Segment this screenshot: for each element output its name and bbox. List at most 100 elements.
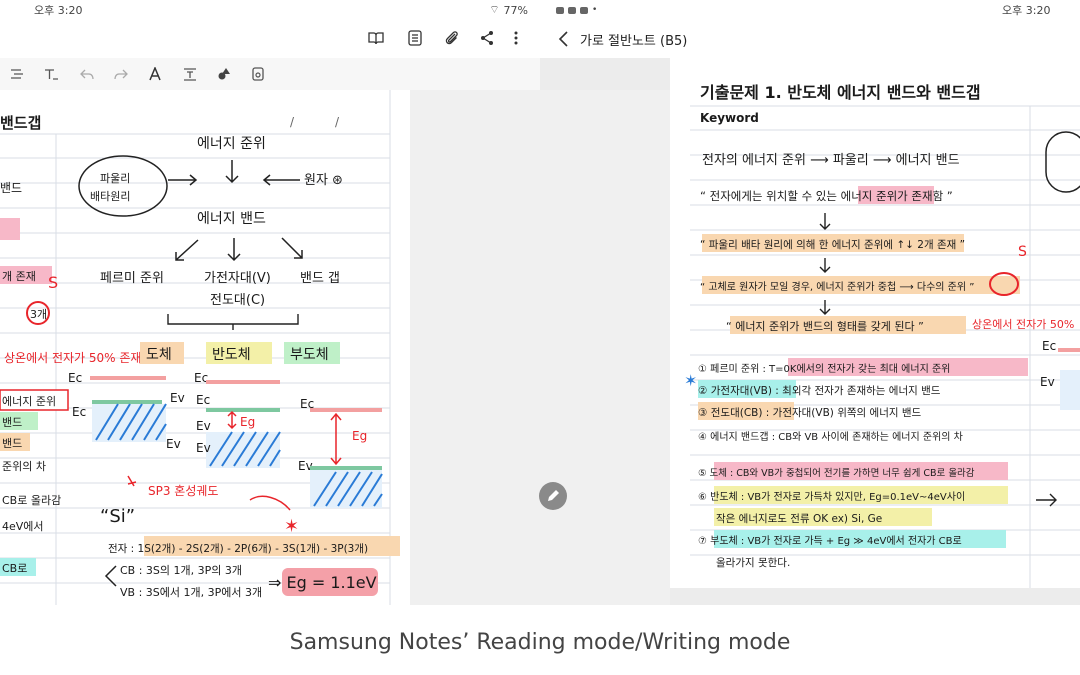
text-tool-icon[interactable] [40, 63, 62, 85]
note-page-right[interactable]: 기출문제 1. 반도체 에너지 밴드와 밴드갭 Keyword 전자의 에너지 … [670, 58, 1080, 588]
circle-fragment [1045, 131, 1080, 193]
pen-tool-icon[interactable] [144, 63, 166, 85]
page-gutter [410, 90, 670, 605]
more-options-icon[interactable] [504, 26, 528, 50]
red-mark: S [48, 273, 58, 292]
band-line [1058, 348, 1080, 352]
definition-item: ① 페르미 준위 : T=0K에서의 전자가 갖는 최대 에너지 준위 [698, 362, 950, 375]
back-arrow-icon[interactable] [554, 29, 574, 49]
ev-label: Ev [196, 419, 211, 433]
text-mode-icon[interactable] [403, 26, 427, 50]
attach-icon[interactable] [440, 26, 464, 50]
definition-item: ⑦ 부도체 : VB가 전자로 가득 + Eg ≫ 4eV에서 전자가 CB로 [698, 535, 962, 547]
definition-item: ⑥ 반도체 : VB가 전자로 가득차 있지만, Eg=0.1eV~4eV사이 [698, 491, 965, 503]
fragment-text: 개 존재 [2, 270, 36, 283]
eg-label: Eg [240, 415, 255, 429]
ec-label: Ec [1042, 339, 1056, 353]
arrow [819, 213, 831, 230]
valence-label: 가전자대(V) [204, 271, 271, 286]
page-heading: 기출문제 1. 반도체 에너지 밴드와 밴드갭 [700, 83, 981, 102]
edit-pen-button[interactable] [539, 482, 567, 510]
keyword-line: “ 에너지 준위가 밴드의 형태를 갖게 된다 ” [726, 320, 924, 333]
eg-label: Eg [352, 429, 367, 443]
ec-label: Ec [196, 393, 210, 407]
slash-mark: / [290, 115, 295, 129]
fermi-label: 페르미 준위 [100, 271, 164, 286]
band-line [90, 376, 166, 380]
fragment-text: CB로 올라감 [2, 494, 61, 507]
eg-value: ⇒ Eg = 1.1eV [268, 573, 377, 592]
lasso-tool-icon[interactable] [247, 63, 269, 85]
conduction-label: 전도대(C) [210, 293, 265, 308]
notification-icons: • [556, 5, 597, 15]
wifi-icon: ⌔ [489, 3, 500, 16]
note-title: 가로 절반노트 (B5) [580, 34, 688, 49]
pauli-label-1: 파울리 [100, 172, 130, 185]
fragment-text: 준위의 차 [2, 460, 46, 473]
keyword-label: Keyword [700, 111, 759, 125]
fragment-text: 밴드 [2, 437, 22, 450]
keyword-line: “ 전자에게는 위치할 수 있는 에너지 준위가 존재함 ” [700, 189, 953, 203]
arrow [227, 238, 241, 262]
energy-level-label: 에너지 준위 [197, 136, 266, 152]
band-line [92, 400, 162, 404]
keyword-line: 전자의 에너지 준위 ⟶ 파울리 ⟶ 에너지 밴드 [702, 153, 960, 168]
bandgap-label: 밴드 갭 [300, 271, 340, 286]
fragment-text: 밴드 [0, 181, 22, 195]
band-line [310, 466, 382, 470]
eg-arrow [330, 412, 342, 466]
room-temp-note: 상온에서 전자가 50% 존재 [4, 351, 141, 365]
red-arrow [127, 475, 137, 487]
insulator-label: 부도체 [290, 347, 329, 363]
band-line [310, 408, 382, 412]
arrow [281, 237, 303, 259]
caption: Samsung Notes’ Reading mode/Writing mode [289, 630, 791, 655]
status-time: 오후 3:20 [34, 4, 83, 17]
slash-mark: / [335, 115, 340, 129]
definition-item: ⑤ 도체 : CB와 VB가 중첩되어 전기를 가하면 너무 쉽게 CB로 올라… [698, 467, 975, 479]
align-tool-icon[interactable] [6, 63, 28, 85]
red-mark: S [1018, 244, 1027, 260]
definition-item: ④ 에너지 밴드갭 : CB와 VB 사이에 존재하는 에너지 준위의 차 [698, 430, 963, 443]
energy-band-label: 에너지 밴드 [197, 211, 266, 227]
page-title-fragment: 밴드갭 [0, 114, 41, 132]
status-bar-left: 오후 3:20 ⌔ 77% [0, 0, 540, 20]
highlighter-tool-icon[interactable] [179, 63, 201, 85]
undo-icon[interactable] [76, 63, 98, 85]
arrow [1036, 493, 1057, 507]
status-bar-right: • 오후 3:20 [540, 0, 1080, 20]
hatch-block [1060, 370, 1080, 410]
ec-label: Ec [68, 371, 82, 385]
chat-notification-icon [568, 6, 576, 14]
ev-label: Ev [166, 437, 181, 451]
shape-tool-icon[interactable] [213, 63, 235, 85]
electron-config: 전자 : 1S(2개) - 2S(2개) - 2P(6개) - 3S(1개) -… [108, 543, 368, 555]
semiconductor-label: 반도체 [212, 347, 251, 363]
hatch-block [92, 403, 167, 442]
sp3-label: SP3 혼성궤도 [148, 484, 218, 498]
fragment-text: 에너지 준위 [2, 395, 56, 408]
status-time: 오후 3:20 [1002, 4, 1051, 17]
pencil-icon [548, 490, 559, 501]
reading-toolbar [0, 20, 540, 56]
arrow [819, 258, 831, 273]
si-label: “Si” [100, 506, 135, 527]
room-temp-note: 상온에서 전자가 50% [972, 318, 1074, 331]
pauli-label-2: 배타원리 [90, 190, 130, 203]
book-view-icon[interactable] [364, 26, 388, 50]
fragment-text: 4eV에서 [2, 520, 44, 533]
note-page-left[interactable]: 밴드갭 / / 에너지 준위 파울리 배타원리 원자 ⊛ 에너지 밴드 페르미 … [0, 90, 410, 605]
app-notification-icon [580, 6, 588, 14]
arrow [819, 300, 831, 315]
keyword-line: “ 고체로 원자가 모일 경우, 에너지 준위가 중첩 ⟶ 다수의 준위 ” [700, 280, 974, 293]
fragment-text: 밴드 [2, 416, 22, 429]
ev-label: Ev [1040, 375, 1055, 389]
redo-icon[interactable] [110, 63, 132, 85]
note-header: 가로 절반노트 (B5) [540, 20, 1080, 58]
ec-label: Ec [72, 405, 86, 419]
pauli-circle [78, 155, 168, 217]
share-icon[interactable] [475, 26, 499, 50]
definition-item: ② 가전자대(VB) : 최외각 전자가 존재하는 에너지 밴드 [698, 384, 941, 397]
arrow [225, 160, 239, 184]
band-line [206, 380, 280, 384]
